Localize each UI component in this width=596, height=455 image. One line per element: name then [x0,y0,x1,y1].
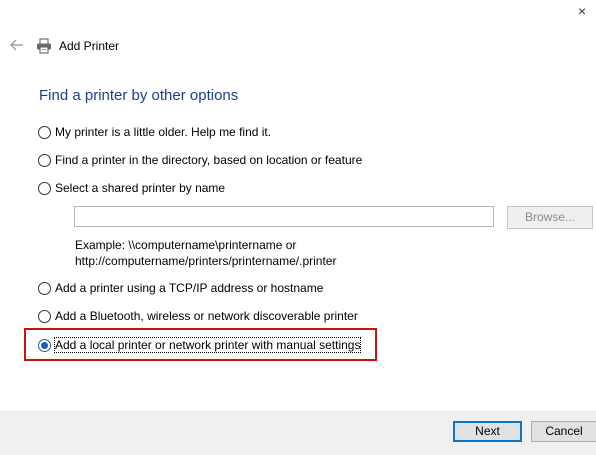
close-icon[interactable]: × [578,4,586,18]
option-older-printer[interactable]: My printer is a little older. Help me fi… [38,124,271,140]
cancel-button[interactable]: Cancel [531,421,596,442]
example-hint: Example: \\computername\printername or h… [75,237,336,269]
option-label[interactable]: Select a shared printer by name [55,181,225,195]
printer-icon [37,38,51,54]
radio-directory-search[interactable] [38,153,51,167]
browse-button[interactable]: Browse... [507,206,593,229]
radio-shared-printer[interactable] [38,181,51,195]
option-label[interactable]: My printer is a little older. Help me fi… [55,125,271,139]
radio-older-printer[interactable] [38,125,51,139]
highlight-annotation [24,328,377,361]
option-shared-printer[interactable]: Select a shared printer by name [38,180,225,196]
shared-printer-name-input[interactable] [74,206,494,227]
radio-tcpip[interactable] [38,281,51,295]
example-line: Example: \\computername\printername or [75,238,297,252]
example-line: http://computername/printers/printername… [75,254,337,268]
next-button[interactable]: Next [453,421,522,442]
option-directory-search[interactable]: Find a printer in the directory, based o… [38,152,362,168]
option-label[interactable]: Add a Bluetooth, wireless or network dis… [55,309,358,323]
option-tcpip[interactable]: Add a printer using a TCP/IP address or … [38,280,323,296]
radio-bluetooth-wireless[interactable] [38,309,51,323]
option-label[interactable]: Find a printer in the directory, based o… [55,153,362,167]
option-label[interactable]: Add a printer using a TCP/IP address or … [55,281,323,295]
window-title: Add Printer [59,39,120,53]
option-bluetooth-wireless[interactable]: Add a Bluetooth, wireless or network dis… [38,308,358,324]
page-heading: Find a printer by other options [39,87,239,104]
back-arrow-icon[interactable] [9,38,25,52]
